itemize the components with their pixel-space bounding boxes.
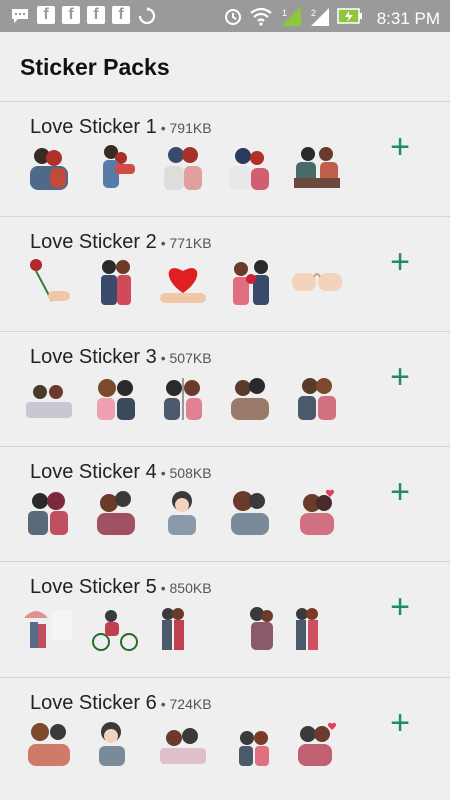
pack-name: Love Sticker 4 (30, 461, 157, 483)
couple-bicycle-sticker (92, 610, 138, 651)
couple-kiss-sticker (30, 148, 68, 190)
couple-best-sticker (162, 608, 184, 650)
pack-size: • 507KB (160, 350, 212, 366)
add-pack-button[interactable]: + (385, 590, 415, 624)
svg-text:1: 1 (282, 8, 287, 18)
sticker-preview-list (22, 600, 344, 654)
couple-carry-sticker (103, 145, 135, 188)
man-sorry-sticker (99, 722, 125, 766)
pack-size: • 724KB (160, 696, 212, 712)
sticker-preview-list (22, 370, 344, 424)
add-pack-button[interactable]: + (385, 475, 415, 509)
pack-size: • 771KB (160, 235, 212, 251)
couple-good-morning-sticker (160, 728, 206, 764)
sticker-preview-list (22, 255, 344, 309)
man-thanks-sticker (168, 491, 196, 535)
pack-name: Love Sticker 5 (30, 576, 157, 598)
couple-all-i-need-sticker (296, 608, 318, 650)
add-icon: + (390, 704, 410, 742)
couple-kiss-wall-sticker (164, 378, 202, 420)
battery-charging-icon (336, 8, 363, 29)
add-pack-button[interactable]: + (385, 706, 415, 740)
couple-bed-sticker (26, 385, 72, 418)
sticker-pack-row[interactable]: Love Sticker 3 • 507KB + (0, 331, 450, 447)
pack-size: • 508KB (160, 465, 212, 481)
facebook-icon: f (112, 6, 130, 24)
system-icons: 1 2 8:31 PM (223, 5, 440, 32)
signal-icon: 1 (279, 5, 303, 32)
clock: 8:31 PM (376, 8, 440, 28)
couple-i-love-you-sticker (239, 731, 269, 766)
signal-2-icon: 2 (309, 5, 331, 32)
sticker-preview-list (22, 716, 344, 770)
couple-standing-sticker (101, 260, 131, 305)
add-icon: + (390, 358, 410, 396)
pack-size: • 850KB (160, 580, 212, 596)
page-title: Sticker Packs (20, 54, 170, 80)
sticker-pack-row[interactable]: Love Sticker 2 • 771KB + (0, 216, 450, 332)
add-icon: + (390, 243, 410, 281)
notification-icons: f f f f (10, 6, 157, 26)
sticker-pack-row[interactable]: Love Sticker 5 • 850KB + (0, 561, 450, 677)
couple-umbrella-sticker (24, 610, 72, 648)
couple-table-sticker (294, 147, 340, 188)
pack-name: Love Sticker 1 (30, 116, 157, 138)
add-pack-button[interactable]: + (385, 130, 415, 164)
pack-name: Love Sticker 6 (30, 692, 157, 714)
couple-kiss-sticker (298, 722, 337, 766)
heart-hand-sticker (160, 268, 206, 303)
couple-embrace-sticker (298, 378, 336, 420)
pack-name: Love Sticker 3 (30, 346, 157, 368)
sticker-preview-list (22, 485, 344, 539)
status-bar: f f f f 1 2 8:31 PM (0, 0, 450, 32)
couple-flowers-sticker (233, 260, 269, 305)
app-bar: Sticker Packs (0, 32, 450, 106)
sticker-pack-row[interactable]: Love Sticker 4 • 508KB + (0, 446, 450, 562)
couple-sniff-sticker (97, 379, 135, 420)
recycle-icon (137, 6, 157, 26)
couple-hug-sticker (97, 491, 135, 535)
add-pack-button[interactable]: + (385, 245, 415, 279)
svg-text:2: 2 (311, 8, 316, 18)
pack-name: Love Sticker 2 (30, 231, 157, 253)
rose-hand-sticker (30, 259, 70, 302)
couple-nobody-sticker (250, 607, 273, 650)
chat-icon (10, 6, 30, 26)
add-icon: + (390, 588, 410, 626)
facebook-icon: f (62, 6, 80, 24)
facebook-icon: f (37, 6, 55, 24)
couple-kiss-sticker (28, 492, 68, 535)
sticker-pack-row[interactable]: Love Sticker 1 • 791KB + (0, 101, 450, 217)
sticker-pack-row[interactable]: Love Sticker 6 • 724KB + (0, 677, 450, 793)
alarm-icon (223, 6, 243, 31)
facebook-icon: f (87, 6, 105, 24)
couple-kiss-sticker (164, 147, 202, 190)
couple-hug-sticker (28, 723, 70, 766)
add-icon: + (390, 128, 410, 166)
wifi-icon (249, 6, 273, 31)
pack-size: • 791KB (160, 120, 212, 136)
add-pack-button[interactable]: + (385, 360, 415, 394)
couple-hug-sticker (229, 148, 269, 190)
sticker-preview-list (22, 140, 344, 194)
add-icon: + (390, 473, 410, 511)
couple-cuddle-sticker (231, 378, 269, 420)
pinky-promise-sticker (292, 273, 342, 291)
couple-heart-sticker (300, 489, 335, 535)
couple-embrace-sticker (231, 491, 269, 535)
